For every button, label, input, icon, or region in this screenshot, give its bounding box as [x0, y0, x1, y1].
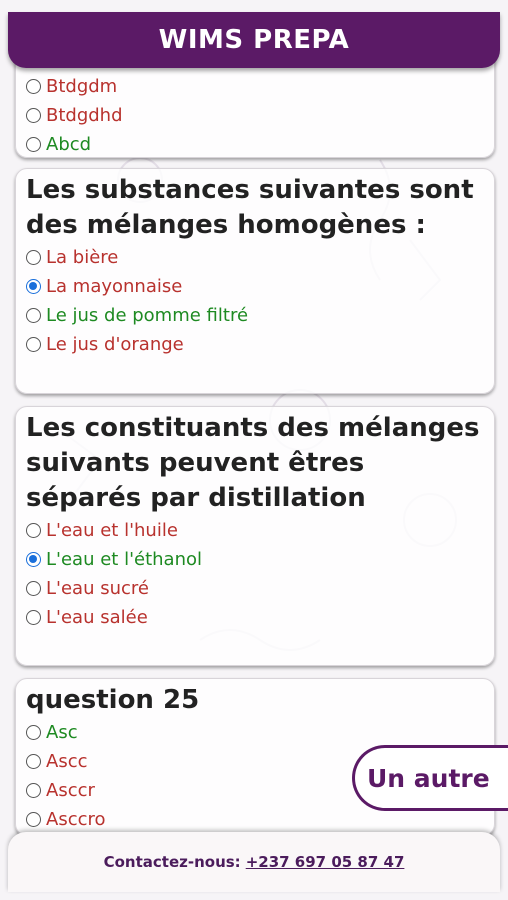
answer-label: Le jus de pomme filtré	[46, 305, 249, 326]
next-question-button[interactable]: Un autre	[352, 745, 508, 811]
radio-button-selected[interactable]	[26, 552, 41, 567]
app-header: WIMS PREPA	[8, 12, 500, 68]
radio-button[interactable]	[26, 308, 41, 323]
answer-option[interactable]: Le jus d'orange	[26, 330, 484, 359]
radio-button[interactable]	[26, 250, 41, 265]
answer-option[interactable]: L'eau et l'éthanol	[26, 545, 484, 574]
question-title: Les substances suivantes sont des mélang…	[26, 175, 474, 240]
question-card-2: Les substances suivantes sont des mélang…	[15, 168, 495, 394]
radio-button[interactable]	[26, 79, 41, 94]
contact-label: Contactez-nous:	[103, 853, 241, 871]
answer-label: L'eau sucré	[46, 578, 149, 599]
radio-button[interactable]	[26, 783, 41, 798]
answer-option[interactable]: L'eau sucré	[26, 574, 484, 603]
phone-link[interactable]: +237 697 05 87 47	[246, 853, 405, 871]
radio-button[interactable]	[26, 754, 41, 769]
answer-label: Btdgdhd	[46, 105, 123, 126]
radio-button[interactable]	[26, 337, 41, 352]
answer-label: L'eau et l'huile	[46, 520, 178, 541]
answer-option[interactable]: L'eau et l'huile	[26, 516, 484, 545]
question-title: question 25	[26, 685, 200, 715]
answer-label: La bière	[46, 247, 119, 268]
radio-button[interactable]	[26, 610, 41, 625]
answer-option[interactable]: L'eau salée	[26, 603, 484, 632]
answer-label: Asccr	[46, 780, 95, 801]
app-screen: WIMS PREPA Btdgdm Btdgdhd Abcd Les subst…	[0, 0, 508, 900]
answer-option[interactable]: Btdgdm	[26, 72, 484, 101]
answer-label: Le jus d'orange	[46, 334, 184, 355]
radio-button[interactable]	[26, 523, 41, 538]
radio-button[interactable]	[26, 108, 41, 123]
answer-option[interactable]: Btdgdhd	[26, 101, 484, 130]
question-card-3: Les constituants des mélanges suivants p…	[15, 406, 495, 666]
radio-button[interactable]	[26, 137, 41, 152]
radio-button[interactable]	[26, 581, 41, 596]
answer-option[interactable]: La mayonnaise	[26, 272, 484, 301]
radio-button[interactable]	[26, 812, 41, 827]
answer-option[interactable]: Asc	[26, 718, 484, 747]
contact-footer: Contactez-nous: +237 697 05 87 47	[8, 832, 500, 892]
answer-label: L'eau salée	[46, 607, 148, 628]
radio-button[interactable]	[26, 725, 41, 740]
answer-label: Asccro	[46, 809, 106, 830]
answer-label: Btdgdm	[46, 76, 118, 97]
question-title: Les constituants des mélanges suivants p…	[26, 413, 480, 513]
radio-button-selected[interactable]	[26, 279, 41, 294]
answer-option[interactable]: Le jus de pomme filtré	[26, 301, 484, 330]
answer-label: La mayonnaise	[46, 276, 183, 297]
answer-option[interactable]: Abcd	[26, 130, 484, 159]
answer-label: L'eau et l'éthanol	[46, 549, 203, 570]
answer-label: Abcd	[46, 134, 92, 155]
question-card-1: Btdgdm Btdgdhd Abcd	[15, 55, 495, 158]
answer-option[interactable]: La bière	[26, 243, 484, 272]
next-question-label: Un autre	[367, 763, 490, 793]
answer-label: Ascc	[46, 751, 88, 772]
answer-label: Asc	[46, 722, 78, 743]
app-title: WIMS PREPA	[158, 25, 350, 55]
